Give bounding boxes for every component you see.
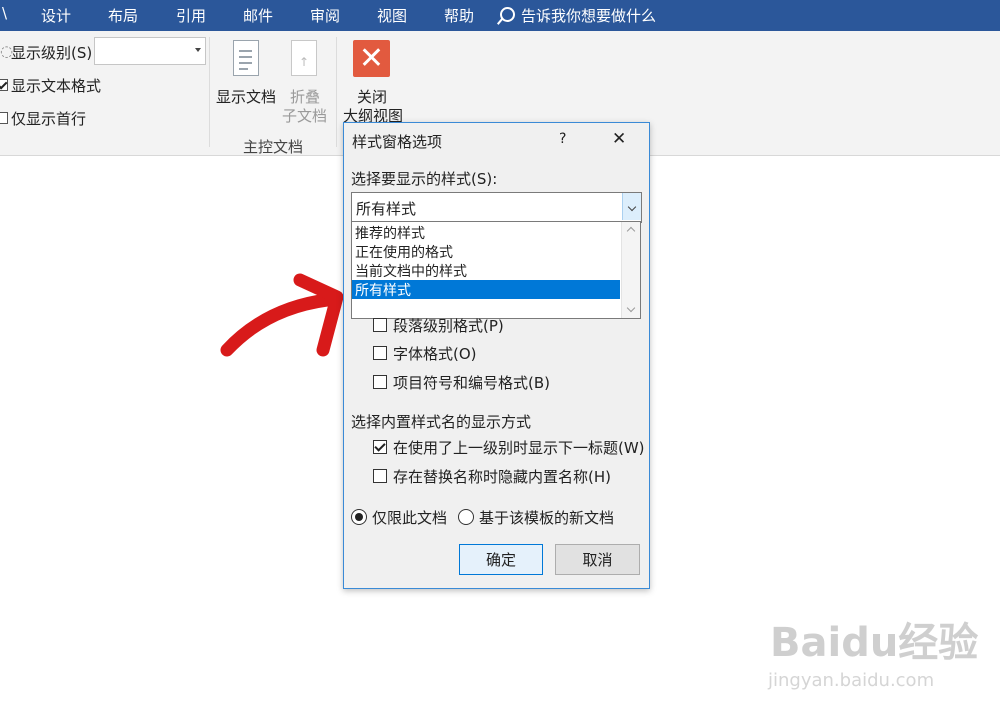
list-item[interactable]: 正在使用的格式 (352, 242, 620, 261)
this-document-radio[interactable] (351, 509, 367, 525)
tab-review[interactable]: 审阅 (310, 5, 340, 26)
tab-design[interactable]: 设计 (41, 5, 71, 26)
builtin-display-label: 选择内置样式名的显示方式 (351, 413, 532, 431)
chevron-down-icon[interactable] (622, 193, 641, 220)
template-label: 基于该模板的新文档 (479, 509, 615, 527)
show-level-label: 显示级别(S): (11, 44, 98, 62)
cancel-button[interactable]: 取消 (555, 544, 640, 575)
list-item[interactable]: 当前文档中的样式 (352, 261, 620, 280)
show-next-heading-label: 在使用了上一级别时显示下一标题(W) (393, 439, 645, 457)
tab-view[interactable]: 视图 (377, 5, 407, 26)
styles-combo[interactable]: 所有样式 (351, 192, 642, 223)
collapse-line1: 折叠 (290, 88, 321, 106)
list-item[interactable]: 推荐的样式 (352, 223, 620, 242)
show-text-format-checkbox[interactable] (0, 79, 8, 91)
group-separator (336, 37, 337, 147)
group-separator (209, 37, 210, 147)
hide-builtin-name-checkbox[interactable] (373, 469, 387, 483)
hide-builtin-name-label: 存在替换名称时隐藏内置名称(H) (393, 468, 611, 486)
collapse-line2: 子文档 (282, 107, 328, 125)
close-icon[interactable]: ✕ (612, 129, 626, 149)
close-outline-line1[interactable]: 关闭 (357, 86, 387, 107)
ribbon-tab-partial[interactable]: \ (2, 4, 7, 22)
tab-references[interactable]: 引用 (176, 5, 206, 26)
ribbon-tab-bar: \ 设计 布局 引用 邮件 审阅 视图 帮助 告诉我你想要做什么 (0, 0, 1000, 31)
font-format-checkbox[interactable] (373, 346, 387, 360)
show-first-line-label: 仅显示首行 (11, 110, 87, 128)
collapse-subdocs-icon: ↑ (291, 40, 317, 76)
tab-layout[interactable]: 布局 (108, 5, 138, 26)
chevron-down-icon (195, 48, 201, 52)
list-scrollbar[interactable] (621, 222, 640, 318)
master-doc-group-label: 主控文档 (243, 138, 304, 156)
search-icon (500, 7, 515, 22)
red-arrow-annotation (220, 273, 344, 357)
this-document-label: 仅限此文档 (372, 509, 448, 527)
tab-help[interactable]: 帮助 (444, 5, 474, 26)
combo-value: 所有样式 (356, 200, 417, 218)
select-styles-label: 选择要显示的样式(S): (351, 170, 498, 188)
tell-me-search[interactable]: 告诉我你想要做什么 (500, 5, 656, 26)
paragraph-format-label: 段落级别格式(P) (393, 317, 504, 335)
styles-dropdown-list[interactable]: 推荐的样式 正在使用的格式 当前文档中的样式 所有样式 (351, 221, 641, 319)
show-first-line-checkbox[interactable] (0, 112, 8, 124)
show-document-icon[interactable] (233, 40, 259, 76)
ok-button[interactable]: 确定 (459, 544, 543, 575)
font-format-label: 字体格式(O) (393, 345, 477, 363)
tell-me-text: 告诉我你想要做什么 (521, 7, 657, 25)
baidu-watermark: Baidu经验 (770, 620, 979, 666)
style-pane-options-dialog: 样式窗格选项 ? ✕ 选择要显示的样式(S): 所有样式 推荐的样式 正在使用的… (343, 122, 650, 589)
show-next-heading-checkbox[interactable] (373, 440, 387, 454)
bullet-format-checkbox[interactable] (373, 375, 387, 389)
list-item-selected[interactable]: 所有样式 (352, 280, 620, 299)
show-level-select[interactable] (94, 37, 206, 65)
close-outline-icon[interactable]: ✕ (353, 40, 390, 77)
help-button[interactable]: ? (559, 131, 566, 147)
tab-mailings[interactable]: 邮件 (243, 5, 273, 26)
baidu-watermark-url: jingyan.baidu.com (768, 670, 935, 691)
show-text-format-label: 显示文本格式 (11, 77, 102, 95)
bullet-format-label: 项目符号和编号格式(B) (393, 374, 550, 392)
paragraph-format-checkbox[interactable] (373, 318, 387, 332)
show-document-button[interactable]: 显示文档 (216, 86, 276, 107)
dialog-title: 样式窗格选项 (352, 133, 443, 151)
template-radio[interactable] (458, 509, 474, 525)
